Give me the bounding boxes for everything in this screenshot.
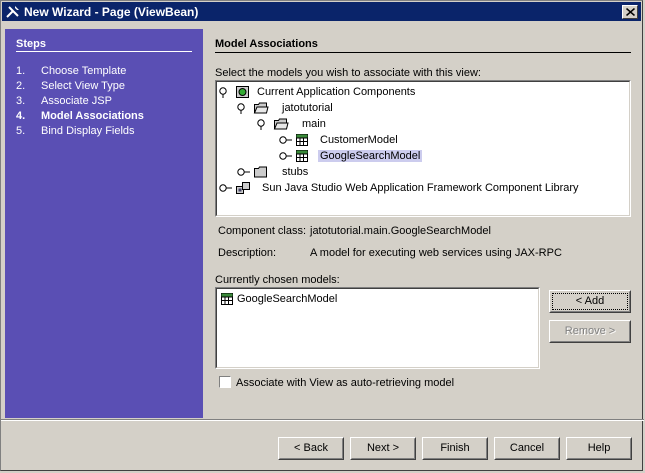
step-label: Select View Type <box>41 80 125 92</box>
add-button[interactable]: < Add <box>549 290 631 313</box>
next-button[interactable]: Next > <box>350 437 416 460</box>
step-number: 5. <box>16 125 26 137</box>
list-item-label: GoogleSearchModel <box>237 293 338 305</box>
collapsed-handle-icon[interactable] <box>279 134 293 146</box>
component-class-label: Component class: <box>218 225 307 237</box>
title-bar[interactable]: New Wizard - Page (ViewBean) <box>2 2 641 21</box>
collapsed-handle-icon[interactable] <box>279 150 293 162</box>
remove-button[interactable]: Remove > <box>549 320 631 343</box>
steps-header-rule <box>16 51 192 52</box>
panel-title-rule <box>215 52 631 53</box>
expand-handle-icon[interactable] <box>219 86 233 98</box>
step-label: Associate JSP <box>41 95 112 107</box>
model-icon <box>221 293 233 305</box>
folder-open-icon <box>273 118 289 130</box>
step-number: 1. <box>16 65 26 77</box>
components-icon <box>236 86 249 98</box>
step-number: 3. <box>16 95 26 107</box>
step-label: Bind Display Fields <box>41 125 135 137</box>
steps-header: Steps <box>16 38 46 50</box>
step-label: Choose Template <box>41 65 127 77</box>
folder-open-icon <box>253 102 269 114</box>
close-icon <box>626 8 635 16</box>
step-number: 4. <box>16 110 26 122</box>
back-button[interactable]: < Back <box>278 437 344 460</box>
step-item-associate-jsp: 3. Associate JSP <box>16 95 112 107</box>
folder-icon <box>254 166 267 178</box>
chosen-models-list[interactable]: GoogleSearchModel <box>215 287 540 369</box>
step-number: 2. <box>16 80 26 92</box>
finish-button[interactable]: Finish <box>422 437 488 460</box>
library-icon <box>236 182 250 194</box>
steps-panel: Steps 1. Choose Template 2. Select View Ty… <box>5 29 203 418</box>
tree-node-label: jatotutorial <box>282 102 333 114</box>
instruction-text: Select the models you wish to associate … <box>215 67 481 79</box>
auto-retrieve-checkbox[interactable] <box>219 376 231 388</box>
component-class-value: jatotutorial.main.GoogleSearchModel <box>310 225 491 237</box>
close-button[interactable] <box>622 5 638 19</box>
footer-divider <box>1 419 644 421</box>
model-tree[interactable]: Current Application Components jatotutor… <box>215 80 631 217</box>
step-label: Model Associations <box>41 110 144 122</box>
tree-node-label: main <box>302 118 326 130</box>
expand-handle-icon[interactable] <box>237 102 251 114</box>
wizard-window: New Wizard - Page (ViewBean) Steps 1. Cho… <box>0 0 644 471</box>
main-panel: Model Associations Select the models you… <box>215 29 631 418</box>
cancel-button[interactable]: Cancel <box>494 437 560 460</box>
model-icon <box>296 134 308 146</box>
step-item-choose-template: 1. Choose Template <box>16 65 126 77</box>
description-value: A model for executing web services using… <box>310 247 562 259</box>
step-item-bind-display-fields: 5. Bind Display Fields <box>16 125 135 137</box>
wizard-tools-icon <box>6 6 19 18</box>
collapsed-handle-icon[interactable] <box>219 182 233 194</box>
help-button[interactable]: Help <box>566 437 632 460</box>
tree-node-label-selected: GoogleSearchModel <box>318 150 423 162</box>
step-item-select-view-type: 2. Select View Type <box>16 80 125 92</box>
description-label: Description: <box>218 247 277 259</box>
tree-node-label: Current Application Components <box>257 86 416 98</box>
model-icon <box>296 150 308 162</box>
tree-node-label: CustomerModel <box>320 134 398 146</box>
tree-node-label: stubs <box>282 166 309 178</box>
chosen-models-label: Currently chosen models: <box>215 274 340 286</box>
tree-node-label: Sun Java Studio Web Application Framewor… <box>262 182 579 194</box>
step-item-model-associations: 4. Model Associations <box>16 110 144 122</box>
panel-title: Model Associations <box>215 38 318 50</box>
window-title: New Wizard - Page (ViewBean) <box>24 5 199 19</box>
collapsed-handle-icon[interactable] <box>237 166 251 178</box>
expand-handle-icon[interactable] <box>257 118 271 130</box>
auto-retrieve-label[interactable]: Associate with View as auto-retrieving m… <box>236 377 454 389</box>
